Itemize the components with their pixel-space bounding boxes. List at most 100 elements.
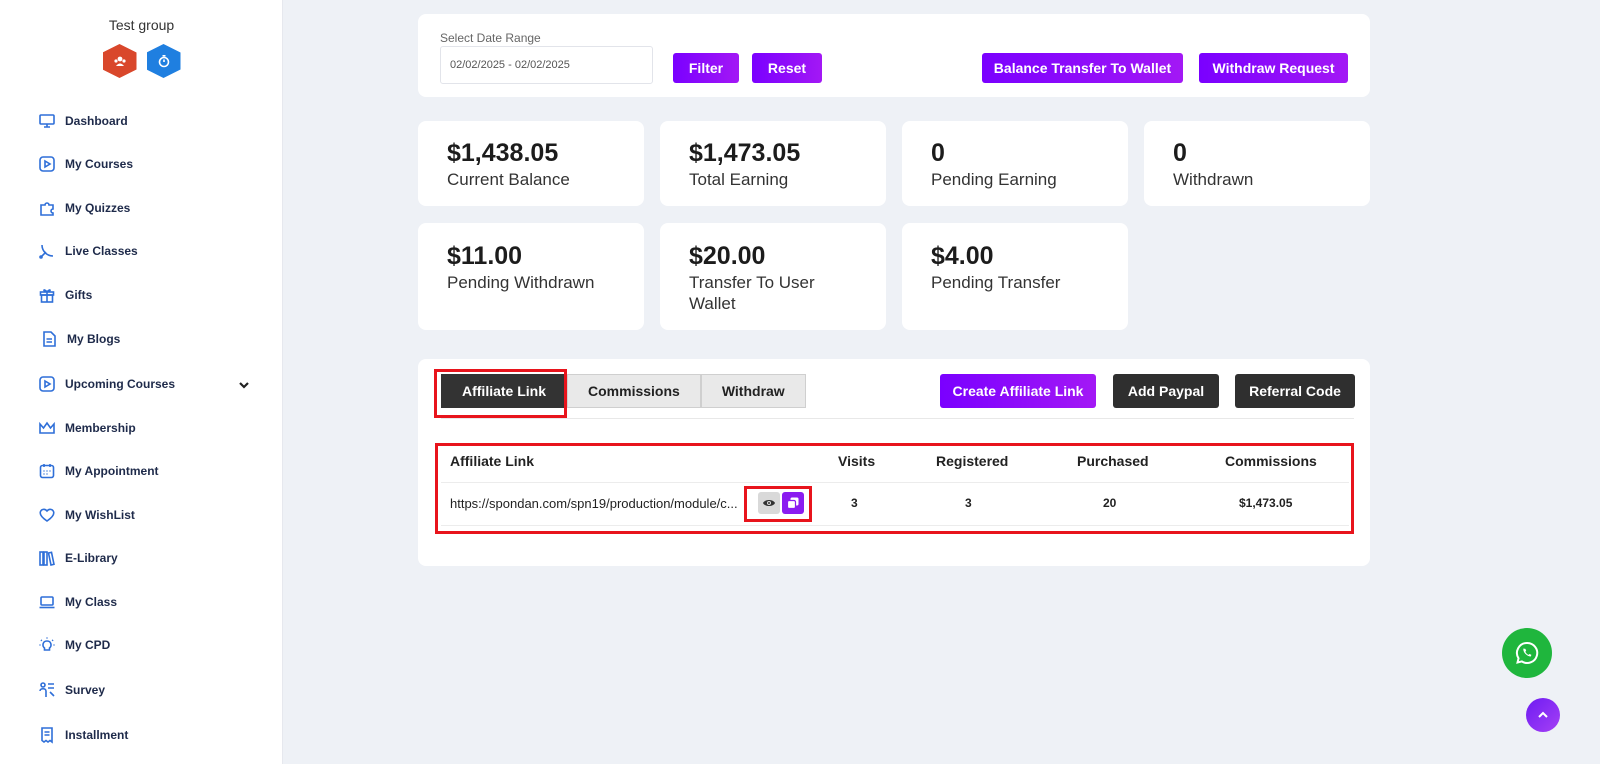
stat-value: 0 <box>1173 139 1187 167</box>
sidebar-item-label: My Blogs <box>67 332 121 346</box>
stat-card-withdrawn: 0 Withdrawn <box>1144 121 1370 206</box>
sidebar-item-label: My Class <box>65 595 118 609</box>
filter-card: Select Date Range Filter Reset Balance T… <box>418 14 1370 97</box>
eye-icon <box>763 500 775 506</box>
sidebar-item-membership[interactable]: Membership <box>38 416 136 440</box>
column-header-registered: Registered <box>936 453 1009 469</box>
stat-label: Withdrawn <box>1173 170 1254 189</box>
column-header-visits: Visits <box>838 453 876 469</box>
document-icon <box>40 330 58 348</box>
stat-card-pending-withdrawn: $11.00 Pending Withdrawn <box>418 223 644 330</box>
table-divider <box>441 482 1349 483</box>
purchased-value: 20 <box>1103 496 1117 510</box>
stat-card-pending-earning: 0 Pending Earning <box>902 121 1128 206</box>
tab-withdraw[interactable]: Withdraw <box>700 374 806 408</box>
scroll-top-button[interactable] <box>1526 698 1560 732</box>
sidebar-item-my-quizzes[interactable]: My Quizzes <box>38 196 130 220</box>
sidebar-item-label: My WishList <box>65 508 135 522</box>
sidebar-item-label: Dashboard <box>65 114 128 128</box>
stat-value: $20.00 <box>689 242 766 270</box>
stat-card-pending-transfer: $4.00 Pending Transfer <box>902 223 1128 330</box>
whatsapp-button[interactable] <box>1502 628 1552 678</box>
laptop-icon <box>38 593 56 611</box>
visits-value: 3 <box>851 496 858 510</box>
stat-label: Pending Earning <box>931 170 1057 189</box>
sidebar-item-installment[interactable]: Installment <box>38 723 128 747</box>
sidebar-item-my-class[interactable]: My Class <box>38 590 117 614</box>
withdraw-request-button[interactable]: Withdraw Request <box>1199 53 1348 83</box>
stat-value: $11.00 <box>447 242 523 270</box>
chevron-down-icon[interactable] <box>238 378 250 390</box>
stat-label: Transfer To User Wallet <box>689 273 815 313</box>
sidebar-item-label: My Appointment <box>65 464 159 478</box>
sidebar-item-label: Live Classes <box>65 244 138 258</box>
monitor-icon <box>38 112 56 130</box>
sidebar-item-e-library[interactable]: E-Library <box>38 546 118 570</box>
gift-icon <box>38 286 56 304</box>
stat-value: $1,473.05 <box>689 139 801 167</box>
timer-badge-icon[interactable] <box>146 44 181 78</box>
whatsapp-icon <box>1516 641 1539 664</box>
survey-icon <box>38 681 56 699</box>
affiliate-card: Affiliate Link Commissions Withdraw Crea… <box>418 359 1370 566</box>
sidebar-item-label: Survey <box>65 683 106 697</box>
copy-icon <box>786 497 799 510</box>
stat-label: Pending Transfer <box>931 273 1061 292</box>
play-square-icon <box>38 375 56 393</box>
heart-icon <box>38 506 56 524</box>
balance-transfer-button[interactable]: Balance Transfer To Wallet <box>982 53 1183 83</box>
stat-label: Pending Withdrawn <box>447 273 595 292</box>
puzzle-icon <box>38 199 56 217</box>
reset-button[interactable]: Reset <box>752 53 822 83</box>
commissions-value: $1,473.05 <box>1239 496 1293 510</box>
filter-button[interactable]: Filter <box>673 53 739 83</box>
sidebar-item-label: Membership <box>65 421 136 435</box>
group-title: Test group <box>108 17 175 33</box>
sidebar-item-my-wishlist[interactable]: My WishList <box>38 503 135 527</box>
sidebar-item-gifts[interactable]: Gifts <box>38 283 92 307</box>
stat-value: $1,438.05 <box>447 139 559 167</box>
divider <box>441 418 1354 419</box>
add-paypal-button[interactable]: Add Paypal <box>1113 374 1219 408</box>
tab-commissions[interactable]: Commissions <box>567 374 701 408</box>
sidebar-item-live-classes[interactable]: Live Classes <box>38 239 138 263</box>
sidebar-item-label: E-Library <box>65 551 118 565</box>
sidebar-item-upcoming-courses[interactable]: Upcoming Courses <box>38 372 175 396</box>
table-divider <box>441 525 1349 526</box>
satellite-icon <box>38 242 56 260</box>
stat-value: $4.00 <box>931 242 994 270</box>
sidebar-item-label: My Courses <box>65 157 134 171</box>
sidebar-item-dashboard[interactable]: Dashboard <box>38 109 128 133</box>
tab-affiliate-link[interactable]: Affiliate Link <box>441 374 568 408</box>
view-button[interactable] <box>758 492 780 514</box>
sidebar: Test group Dashboard My Courses My Quizz… <box>0 0 283 764</box>
play-square-icon <box>38 155 56 173</box>
sidebar-item-label: Installment <box>65 728 129 742</box>
stat-label: Current Balance <box>447 170 570 189</box>
date-range-input[interactable] <box>440 46 653 84</box>
books-icon <box>38 549 56 567</box>
chevron-up-icon <box>1538 711 1548 718</box>
sidebar-item-survey[interactable]: Survey <box>38 678 105 702</box>
affiliate-tabs: Affiliate Link Commissions Withdraw <box>441 374 806 408</box>
calendar-icon <box>38 462 56 480</box>
stat-card-current-balance: $1,438.05 Current Balance <box>418 121 644 206</box>
sidebar-item-label: Gifts <box>65 288 93 302</box>
crown-icon <box>38 419 56 437</box>
column-header-purchased: Purchased <box>1077 453 1149 469</box>
column-header-affiliate-link: Affiliate Link <box>450 453 535 469</box>
create-affiliate-link-button[interactable]: Create Affiliate Link <box>940 374 1096 408</box>
sidebar-item-my-blogs[interactable]: My Blogs <box>40 327 120 351</box>
sidebar-item-my-courses[interactable]: My Courses <box>38 152 133 176</box>
sidebar-item-my-appointment[interactable]: My Appointment <box>38 459 159 483</box>
users-badge-icon[interactable] <box>102 44 137 78</box>
registered-value: 3 <box>965 496 972 510</box>
affiliate-link-text: https://spondan.com/spn19/production/mod… <box>450 496 738 511</box>
badge-row <box>0 44 283 78</box>
stat-label: Total Earning <box>689 170 789 189</box>
referral-code-button[interactable]: Referral Code <box>1235 374 1355 408</box>
copy-button[interactable] <box>782 492 804 514</box>
sidebar-item-label: Upcoming Courses <box>65 377 176 391</box>
bulb-icon <box>38 636 56 654</box>
sidebar-item-my-cpd[interactable]: My CPD <box>38 633 110 657</box>
